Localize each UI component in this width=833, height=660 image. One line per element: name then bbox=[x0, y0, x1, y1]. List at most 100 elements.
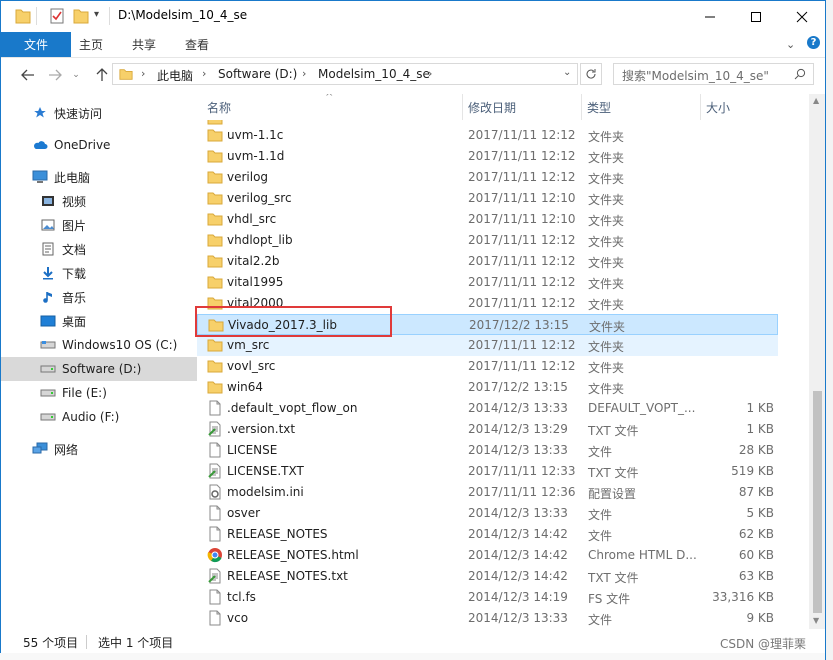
breadcrumb-this-pc[interactable]: 此电脑 bbox=[157, 67, 193, 84]
table-row[interactable]: vital2.2b 2017/11/11 12:12 文件夹 bbox=[197, 251, 778, 272]
column-date[interactable]: 修改日期 bbox=[462, 94, 581, 120]
sidebar-item-quick-access[interactable]: 快速访问 bbox=[1, 101, 218, 125]
up-button[interactable] bbox=[93, 66, 111, 84]
folder-icon bbox=[119, 69, 133, 80]
table-row[interactable]: win64 2017/12/2 13:15 文件夹 bbox=[197, 377, 778, 398]
music-icon bbox=[40, 289, 56, 305]
tab-home[interactable]: 主页 bbox=[79, 32, 103, 57]
sidebar-item-downloads[interactable]: 下载 bbox=[1, 261, 226, 285]
address-bar[interactable]: › 此电脑 › Software (D:) › Modelsim_10_4_se… bbox=[112, 63, 578, 85]
folder-icon bbox=[207, 192, 223, 205]
forward-button[interactable] bbox=[46, 66, 64, 84]
table-row[interactable]: RELEASE_NOTES.html 2014/12/3 14:42 Chrome … bbox=[197, 545, 778, 566]
column-name[interactable]: 名称 bbox=[201, 94, 458, 120]
table-row[interactable]: vital1995 2017/11/11 12:12 文件夹 bbox=[197, 272, 778, 293]
chevron-right-icon[interactable]: › bbox=[428, 67, 432, 80]
folder-icon bbox=[207, 339, 223, 352]
scroll-up-icon[interactable]: ▲ bbox=[813, 96, 819, 105]
sidebar-item-this-pc[interactable]: 此电脑 bbox=[1, 165, 218, 189]
expand-ribbon-icon[interactable]: ⌄ bbox=[786, 38, 795, 51]
table-row[interactable]: verilog 2017/11/11 12:12 文件夹 bbox=[197, 167, 778, 188]
table-row[interactable]: LICENSE 2014/12/3 13:33 文件 28 KB bbox=[197, 440, 778, 461]
file-name: win64 bbox=[227, 380, 264, 394]
chevron-right-icon[interactable]: › bbox=[202, 67, 206, 80]
table-row[interactable]: .version.txt 2014/12/3 13:29 TXT 文件 1 KB bbox=[197, 419, 778, 440]
sidebar-item-label: 图片 bbox=[62, 218, 87, 233]
file-type: 配置设置 bbox=[588, 487, 637, 501]
table-row[interactable]: .default_vopt_flow_on 2014/12/3 13:33 DEFA… bbox=[197, 398, 778, 419]
chevron-right-icon[interactable]: › bbox=[141, 67, 145, 80]
table-row[interactable]: LICENSE.TXT 2017/11/11 12:33 TXT 文件 519 KB bbox=[197, 461, 778, 482]
sidebar-item-videos[interactable]: 视频 bbox=[1, 189, 226, 213]
file-size: 1 KB bbox=[746, 401, 774, 415]
column-type[interactable]: 类型 bbox=[581, 94, 700, 120]
sidebar-item-desktop[interactable]: 桌面 bbox=[1, 309, 226, 333]
close-button[interactable] bbox=[779, 1, 825, 32]
scroll-down-icon[interactable]: ▼ bbox=[813, 616, 819, 625]
vertical-scrollbar[interactable]: ▲ ▼ bbox=[809, 94, 825, 629]
back-button[interactable] bbox=[19, 66, 37, 84]
sidebar-item-network[interactable]: 网络 bbox=[1, 437, 218, 461]
search-box[interactable]: 搜索"Modelsim_10_4_se" bbox=[613, 63, 814, 85]
file-type: 文件 bbox=[588, 613, 613, 627]
sidebar-item-pictures[interactable]: 图片 bbox=[1, 213, 226, 237]
sidebar-item-label: 音乐 bbox=[62, 290, 87, 305]
table-row[interactable]: vm_src 2017/11/11 12:12 文件夹 bbox=[197, 335, 778, 356]
properties-icon[interactable] bbox=[49, 7, 65, 25]
table-row[interactable]: tcl.fs 2014/12/3 14:19 FS 文件 33,316 KB bbox=[197, 587, 778, 608]
sidebar-item-label: Audio (F:) bbox=[62, 410, 120, 424]
text-file-icon bbox=[208, 568, 221, 584]
refresh-button[interactable] bbox=[580, 63, 602, 85]
tab-file[interactable]: 文件 bbox=[1, 32, 71, 57]
table-row[interactable]: osver 2014/12/3 13:33 文件 5 KB bbox=[197, 503, 778, 524]
file-type: 文件夹 bbox=[588, 361, 625, 375]
file-type: TXT 文件 bbox=[588, 571, 639, 585]
address-dropdown-icon[interactable]: ⌄ bbox=[563, 67, 571, 78]
window-title: D:\Modelsim_10_4_se bbox=[118, 8, 248, 22]
scrollbar-thumb[interactable] bbox=[813, 391, 822, 613]
table-row[interactable]: vhdl_src 2017/11/11 12:10 文件夹 bbox=[197, 209, 778, 230]
file-size: 33,316 KB bbox=[712, 590, 774, 604]
breadcrumb-modelsim[interactable]: Modelsim_10_4_se bbox=[318, 67, 430, 81]
file-name: RELEASE_NOTES.txt bbox=[227, 569, 348, 583]
table-row[interactable]: RELEASE_NOTES 2014/12/3 14:42 文件 62 KB bbox=[197, 524, 778, 545]
minimize-button[interactable] bbox=[687, 1, 733, 32]
table-row[interactable]: vovl_src 2017/11/11 12:12 文件夹 bbox=[197, 356, 778, 377]
file-type: 文件夹 bbox=[588, 382, 625, 396]
table-row[interactable]: modelsim.ini 2017/11/11 12:36 配置设置 87 KB bbox=[197, 482, 778, 503]
file-type: 文件夹 bbox=[588, 340, 625, 354]
search-icon[interactable] bbox=[794, 68, 806, 80]
table-row[interactable]: RELEASE_NOTES.txt 2014/12/3 14:42 TXT 文件 63… bbox=[197, 566, 778, 587]
help-icon[interactable]: ? bbox=[807, 36, 820, 49]
table-row[interactable]: uvm-1.1c 2017/11/11 12:12 文件夹 bbox=[197, 125, 778, 146]
table-row[interactable]: vhdlopt_lib 2017/11/11 12:12 文件夹 bbox=[197, 230, 778, 251]
sidebar-item-documents[interactable]: 文档 bbox=[1, 237, 226, 261]
table-row[interactable]: vco 2014/12/3 13:33 文件 9 KB bbox=[197, 608, 778, 629]
status-bar: 55 个项目 选中 1 个项目 bbox=[1, 629, 825, 654]
file-date: 2017/12/2 13:15 bbox=[469, 318, 569, 332]
file-size: 519 KB bbox=[731, 464, 774, 478]
file-type: TXT 文件 bbox=[588, 424, 639, 438]
sidebar-item-drive-f[interactable]: Audio (F:) bbox=[1, 405, 226, 429]
tab-view[interactable]: 查看 bbox=[185, 32, 209, 57]
file-type: 文件夹 bbox=[588, 151, 625, 165]
chevron-right-icon[interactable]: › bbox=[302, 67, 306, 80]
tab-share[interactable]: 共享 bbox=[132, 32, 156, 57]
file-name: verilog_src bbox=[227, 191, 292, 205]
breadcrumb-software-d[interactable]: Software (D:) bbox=[218, 67, 297, 81]
sidebar-item-drive-c[interactable]: Windows10 OS (C:) bbox=[1, 333, 226, 357]
sidebar-item-onedrive[interactable]: OneDrive bbox=[1, 133, 218, 157]
recent-locations-icon[interactable]: ⌄ bbox=[67, 66, 85, 84]
column-size[interactable]: 大小 bbox=[700, 94, 778, 120]
folder-icon bbox=[207, 171, 223, 184]
sidebar-item-drive-d[interactable]: Software (D:) bbox=[1, 357, 226, 381]
table-row[interactable]: verilog_src 2017/11/11 12:10 文件夹 bbox=[197, 188, 778, 209]
sidebar-item-music[interactable]: 音乐 bbox=[1, 285, 226, 309]
customize-quick-access-icon[interactable]: ▾ bbox=[94, 9, 99, 20]
table-row[interactable]: uvm-1.1d 2017/11/11 12:12 文件夹 bbox=[197, 146, 778, 167]
new-folder-icon[interactable] bbox=[73, 7, 89, 25]
divider bbox=[109, 7, 110, 25]
sidebar-item-label: Windows10 OS (C:) bbox=[62, 338, 178, 352]
sidebar-item-drive-e[interactable]: File (E:) bbox=[1, 381, 226, 405]
maximize-button[interactable] bbox=[733, 1, 779, 32]
